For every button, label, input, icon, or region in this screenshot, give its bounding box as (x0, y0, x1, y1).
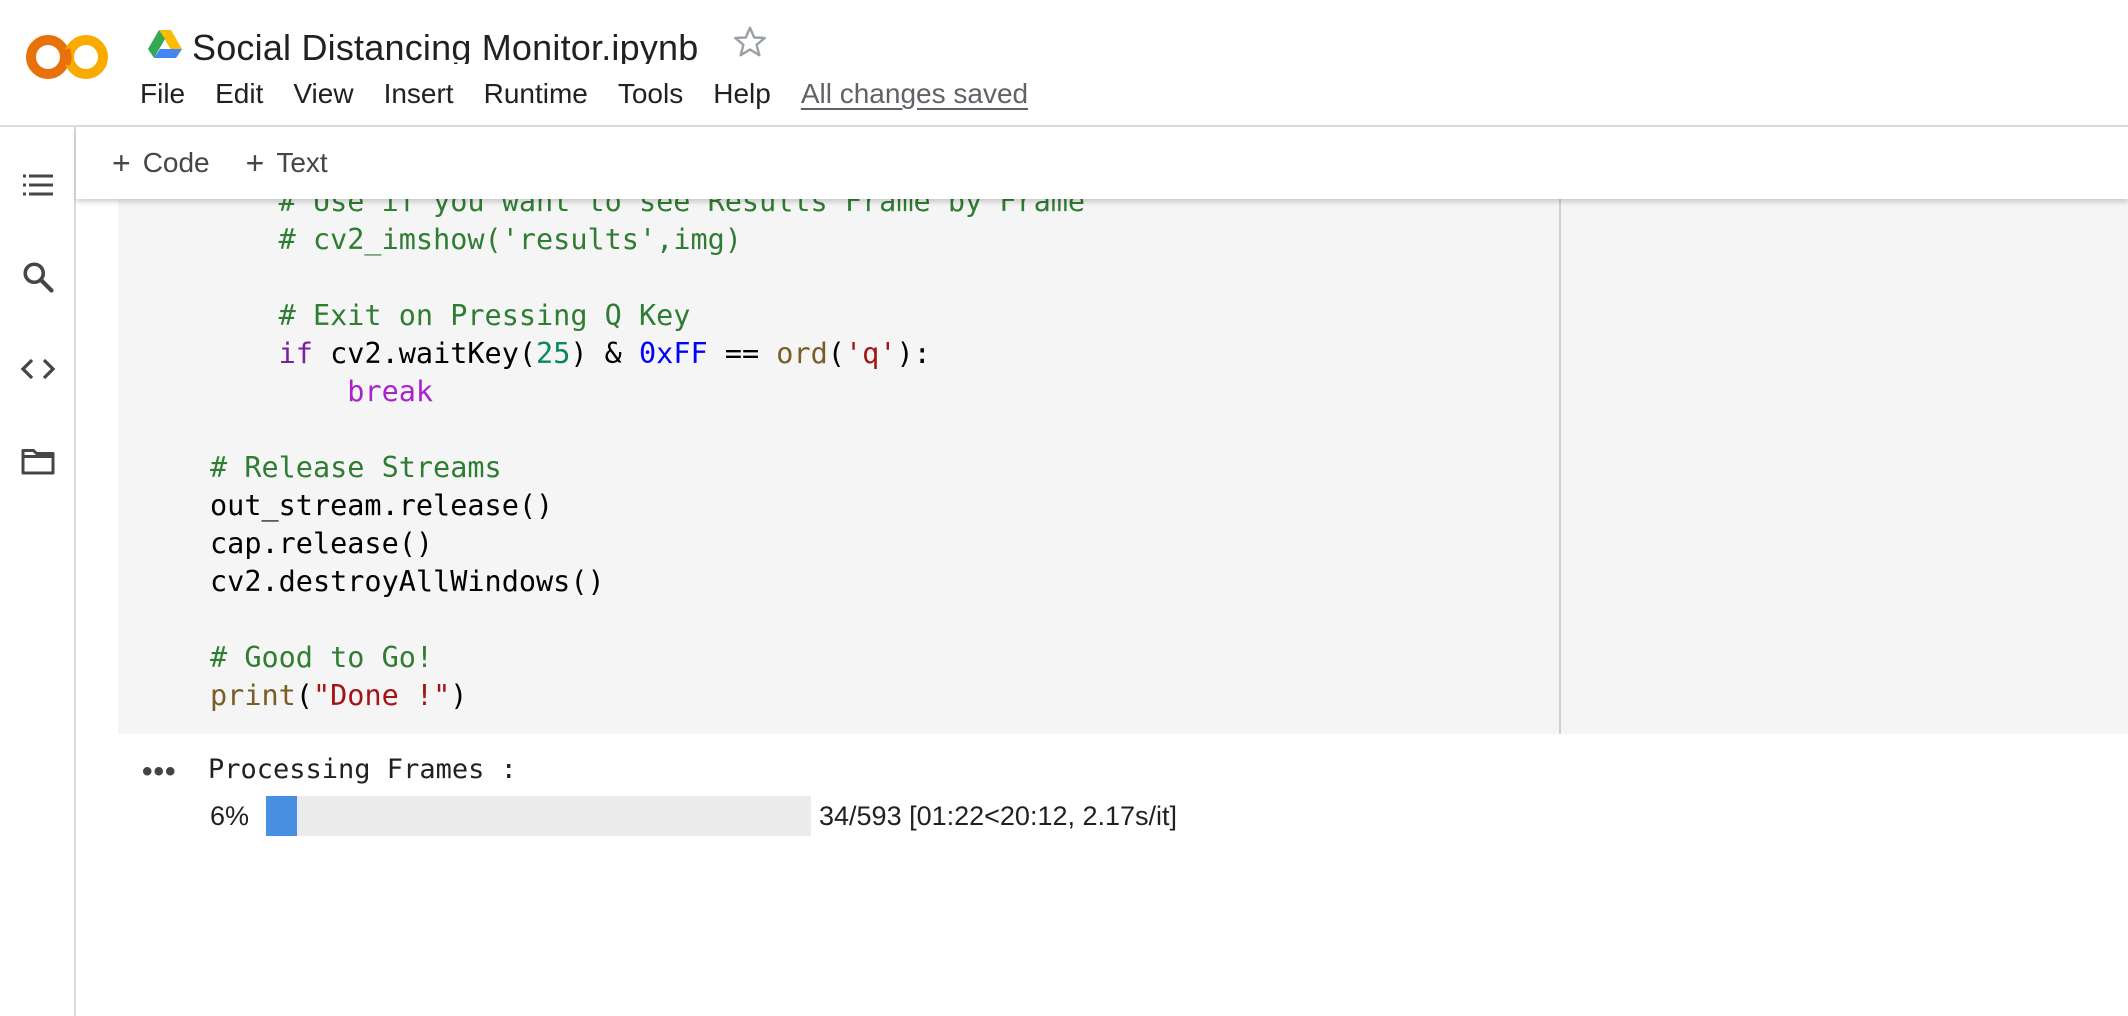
save-status-link[interactable]: All changes saved (801, 78, 1028, 110)
code-line: # Use if you want to see Results Frame b… (278, 199, 1086, 218)
code-line: # Release Streams (210, 451, 502, 484)
code-line: cv2.destroyAllWindows() (210, 565, 605, 598)
add-code-cell-button[interactable]: + Code (112, 147, 210, 179)
code-cell[interactable]: # Use if you want to see Results Frame b… (118, 199, 2128, 734)
left-sidebar (0, 127, 76, 1016)
code-snippets-icon[interactable] (20, 351, 56, 387)
code-editor[interactable]: # Use if you want to see Results Frame b… (210, 199, 1085, 715)
add-code-label: Code (142, 147, 210, 178)
code-line: out_stream.release() (210, 489, 554, 522)
code-line: print("Done !") (210, 679, 468, 712)
menu-file[interactable]: File (140, 78, 185, 110)
add-text-label: Text (276, 147, 328, 178)
code-line: # Good to Go! (210, 641, 434, 674)
app-header: Social Distancing Monitor.ipynb File Edi… (0, 0, 2128, 127)
progress-stats: 34/593 [01:22<20:12, 2.17s/it] (819, 800, 1178, 831)
progress-row: 6% 34/593 [01:22<20:12, 2.17s/it] (210, 796, 1177, 836)
code-line: break (347, 375, 434, 408)
cell-divider (1559, 199, 1561, 734)
menu-tools[interactable]: Tools (618, 78, 683, 110)
code-line: # Exit on Pressing Q Key (278, 299, 691, 332)
menu-bar: File Edit View Insert Runtime Tools Help… (140, 76, 1058, 112)
files-folder-icon[interactable] (20, 443, 56, 479)
table-of-contents-icon[interactable] (20, 167, 56, 203)
notebook-title[interactable]: Social Distancing Monitor.ipynb (192, 20, 698, 64)
title-row: Social Distancing Monitor.ipynb (148, 14, 768, 70)
code-line: # cv2_imshow('results',img) (278, 223, 742, 256)
menu-insert[interactable]: Insert (384, 78, 454, 110)
output-menu-icon[interactable]: ••• (142, 757, 177, 787)
google-drive-icon[interactable] (148, 28, 182, 58)
add-text-cell-button[interactable]: + Text (246, 147, 328, 179)
colab-logo[interactable] (24, 30, 110, 84)
plus-icon: + (245, 145, 265, 181)
menu-edit[interactable]: Edit (215, 78, 263, 110)
progress-percent: 6% (210, 800, 250, 831)
cell-output: ••• Processing Frames : 6% 34/593 [01:22… (118, 734, 2128, 1016)
search-icon[interactable] (20, 259, 56, 295)
progress-bar (266, 796, 811, 836)
menu-view[interactable]: View (293, 78, 353, 110)
code-line: if cv2.waitKey(25) & 0xFF == ord('q'): (278, 337, 931, 370)
output-label: Processing Frames : (208, 754, 517, 785)
code-line: cap.release() (210, 527, 434, 560)
notebook-toolbar: + Code + Text (76, 127, 2128, 199)
progress-bar-fill (266, 796, 298, 836)
menu-runtime[interactable]: Runtime (484, 78, 588, 110)
star-icon[interactable] (732, 24, 768, 60)
plus-icon: + (112, 145, 131, 181)
menu-help[interactable]: Help (713, 78, 771, 110)
